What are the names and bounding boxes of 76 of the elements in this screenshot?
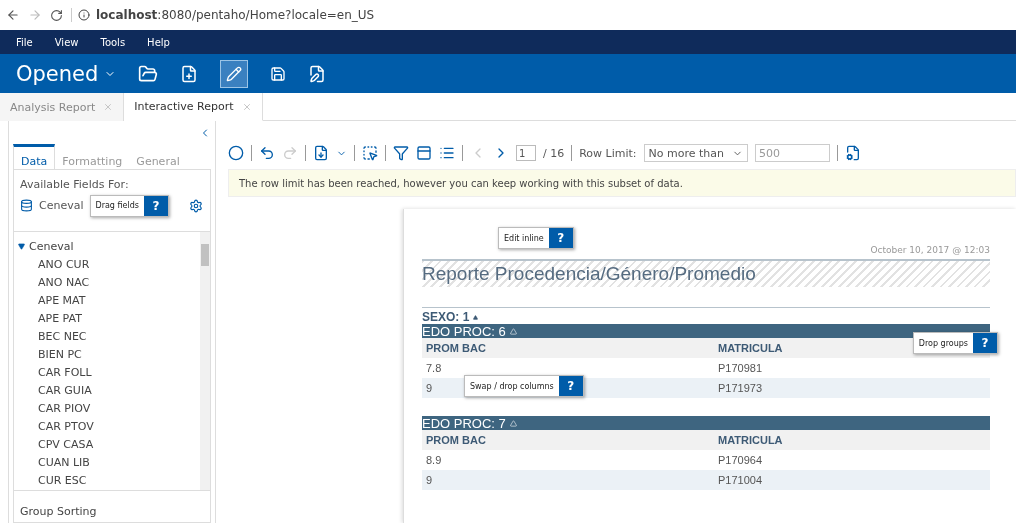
filter-icon[interactable] (393, 145, 409, 161)
reload-icon[interactable] (50, 8, 63, 22)
layout-icon[interactable] (416, 145, 432, 161)
row-limit-select[interactable]: No more than (643, 144, 748, 162)
subgroup-header[interactable]: EDO PROC: 7 (422, 416, 990, 430)
scrollbar[interactable] (200, 232, 210, 490)
table-cell-text: P171004 (718, 473, 763, 488)
field-item[interactable]: CUR ESC (14, 472, 200, 490)
field-item[interactable]: BEC NEC (14, 328, 200, 346)
table-cell-text: 8.9 (426, 453, 442, 468)
subgroup-header[interactable]: EDO PROC: 6 (422, 324, 990, 338)
save-icon[interactable] (270, 65, 287, 82)
circle-icon[interactable] (228, 145, 244, 161)
field-item[interactable]: CPV CASA (14, 436, 200, 454)
help-tooltip: Edit inline ? (498, 227, 574, 249)
help-button[interactable]: ? (548, 228, 573, 248)
field-item[interactable]: ANO CUR (14, 256, 200, 274)
field-item[interactable]: APE MAT (14, 292, 200, 310)
database-icon[interactable] (20, 199, 33, 213)
address-text[interactable]: localhost:8080/pentaho/Home?locale=en_US (96, 8, 375, 22)
collapse-icon[interactable] (473, 314, 479, 320)
save-as-icon[interactable] (308, 64, 327, 83)
tree-node[interactable]: Ceneval (14, 238, 200, 256)
document-tab[interactable]: Interactive Report (124, 93, 263, 121)
table-cell-text: P170964 (718, 453, 763, 468)
settings-icon[interactable] (188, 198, 203, 213)
page-count: / 16 (543, 146, 565, 160)
perspective-menu[interactable]: Opened (16, 61, 117, 86)
field-item[interactable]: CAR PIOV (14, 400, 200, 418)
table-cell-text: P171973 (718, 381, 763, 396)
help-tooltip: Swap / drop columns ? (464, 375, 584, 397)
field-item[interactable]: CAR PTOV (14, 418, 200, 436)
export-icon[interactable] (313, 145, 329, 161)
available-fields-label: Available Fields For: (20, 177, 130, 191)
menu-item[interactable]: Help (147, 36, 170, 48)
list-icon[interactable] (439, 145, 455, 161)
undo-icon[interactable] (259, 145, 275, 161)
report-date: October 10, 2017 @ 12:03 (870, 245, 990, 255)
field-item[interactable]: APE PAT (14, 310, 200, 328)
table-cell-text: P170981 (718, 361, 763, 376)
expand-icon[interactable] (18, 243, 25, 251)
page-field[interactable]: 1 (516, 145, 536, 161)
table-cell-text: 9 (426, 473, 433, 488)
column-header[interactable]: PROM BAC (426, 430, 486, 450)
report-title[interactable]: Reporte Procedencia/Género/Promedio (422, 263, 756, 285)
field-item[interactable]: ANO NAC (14, 274, 200, 292)
column-header[interactable]: PROM BAC (426, 338, 486, 358)
help-button[interactable]: ? (973, 333, 997, 353)
panel-tab[interactable]: Data (13, 144, 56, 169)
refresh-report-icon[interactable] (845, 145, 861, 161)
row-limit-label: Row Limit: (579, 146, 637, 160)
menu-item[interactable]: View (54, 36, 79, 48)
pencil-icon (226, 65, 243, 82)
menu-item[interactable]: File (16, 36, 33, 48)
help-tooltip: Drop groups ? (912, 332, 998, 354)
menu-item[interactable]: Tools (100, 36, 126, 48)
help-tooltip: Drag fields ? (89, 194, 169, 217)
field-item[interactable]: CAR FOLL (14, 364, 200, 382)
help-button[interactable]: ? (143, 195, 168, 216)
folder-icon[interactable] (138, 63, 159, 84)
field-item[interactable]: BIEN PC (14, 346, 200, 364)
table-cell-text: 9 (426, 381, 433, 396)
edit-button[interactable] (220, 59, 249, 88)
new-file-icon[interactable] (180, 64, 199, 83)
column-header[interactable]: MATRICULA (718, 430, 783, 450)
table-cell-text: 7.8 (426, 361, 442, 376)
back-icon[interactable] (6, 8, 20, 22)
field-item[interactable]: CAR GUIA (14, 382, 200, 400)
source-name[interactable]: Ceneval (39, 199, 84, 213)
select-icon[interactable] (362, 145, 378, 161)
help-button[interactable]: ? (558, 376, 583, 396)
column-header[interactable]: MATRICULA (718, 338, 783, 358)
message-bar: The row limit has been reached, however you can keep working with this subset of data. (228, 169, 1016, 197)
info-icon[interactable] (78, 9, 90, 21)
field-item[interactable]: CUAN LIB (14, 454, 200, 472)
group-sorting-label[interactable]: Group Sorting (13, 491, 211, 523)
